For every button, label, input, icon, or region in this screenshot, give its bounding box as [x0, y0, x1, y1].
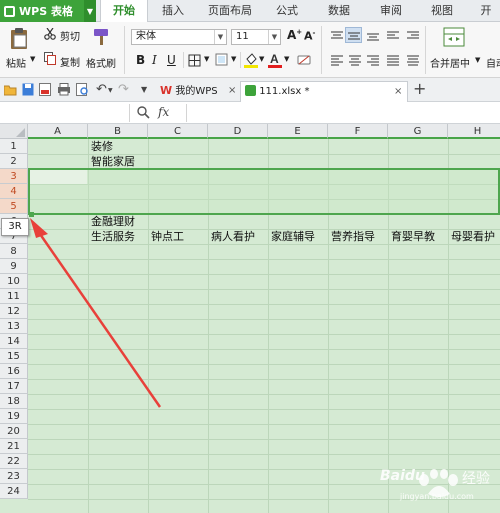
- underline-icon[interactable]: U: [167, 53, 176, 67]
- annotation-arrow-icon: [30, 218, 162, 408]
- save-icon[interactable]: [22, 83, 34, 96]
- chevron-down-icon[interactable]: ▼: [204, 55, 209, 63]
- name-box[interactable]: [0, 104, 130, 122]
- wps-home-icon: W: [160, 84, 173, 97]
- italic-icon[interactable]: I: [152, 53, 157, 67]
- separator: [240, 52, 241, 68]
- redo-icon[interactable]: ↷: [118, 82, 129, 97]
- tab-page-layout[interactable]: 页面布局: [198, 0, 262, 22]
- print-icon[interactable]: [57, 83, 71, 96]
- svg-text:A: A: [270, 52, 279, 66]
- separator: [321, 26, 322, 74]
- new-tab-button[interactable]: +: [413, 79, 426, 98]
- watermark-text: 经验: [462, 471, 490, 487]
- selection-size-tooltip: 3R: [1, 218, 29, 236]
- paste-icon[interactable]: [8, 26, 30, 50]
- font-color-icon[interactable]: A: [268, 51, 282, 68]
- formula-input[interactable]: [186, 104, 500, 122]
- orientation-icon[interactable]: [386, 30, 400, 42]
- open-folder-icon[interactable]: [4, 84, 17, 96]
- indent-icon[interactable]: [406, 30, 420, 42]
- separator: [124, 26, 125, 74]
- distributed-icon[interactable]: [406, 54, 420, 66]
- font-name-select[interactable]: 宋体 ▼: [131, 29, 227, 45]
- tab-home[interactable]: 开始: [100, 0, 148, 23]
- chevron-down-icon[interactable]: ▼: [108, 87, 113, 94]
- align-middle-icon: [348, 32, 360, 40]
- align-left-icon[interactable]: [330, 54, 344, 66]
- zoom-icon[interactable]: [137, 106, 150, 119]
- scissors-icon: [44, 28, 56, 40]
- spreadsheet-file-icon: [245, 85, 256, 96]
- align-bottom-icon[interactable]: [366, 30, 380, 42]
- doc-tab-label: 我的WPS: [175, 86, 218, 97]
- watermark: Baidu 经验 jingyan.baidu.com: [378, 458, 498, 508]
- separator: [183, 52, 184, 68]
- doc-tab-label: 111.xlsx *: [259, 86, 310, 97]
- font-name-value: 宋体: [136, 31, 156, 42]
- paste-dropdown-icon[interactable]: ▼: [30, 55, 35, 63]
- close-icon[interactable]: ×: [228, 81, 236, 100]
- copy-button[interactable]: 复制: [60, 54, 80, 69]
- merge-center-icon[interactable]: [443, 27, 465, 47]
- chevron-down-icon: ▼: [214, 30, 226, 44]
- merge-borders-icon[interactable]: [215, 53, 229, 68]
- increase-font-icon[interactable]: A+: [287, 28, 302, 42]
- watermark-brand: Baidu: [380, 468, 425, 484]
- borders-icon[interactable]: [188, 54, 202, 67]
- insert-function-icon[interactable]: fx: [158, 105, 169, 119]
- cut-button[interactable]: 剪切: [60, 28, 80, 43]
- app-name: WPS 表格: [19, 5, 73, 18]
- align-center-icon[interactable]: [348, 54, 362, 66]
- font-size-value: 11: [236, 31, 249, 42]
- chevron-down-icon[interactable]: ▼: [284, 55, 289, 63]
- paste-button[interactable]: 粘贴: [6, 55, 26, 70]
- bold-icon[interactable]: B: [136, 53, 145, 67]
- separator: [425, 26, 426, 74]
- app-menu-button[interactable]: WPS 表格 ▼: [0, 0, 96, 22]
- chevron-down-icon: ▼: [268, 30, 280, 44]
- justify-icon[interactable]: [386, 54, 400, 66]
- doc-tab-111-xlsx[interactable]: 111.xlsx * ×: [240, 81, 408, 102]
- quick-access-toolbar: ↶ ▼ ↷ ▼ W 我的WPS × 111.xlsx * × +: [0, 78, 500, 102]
- doc-tab-mywps[interactable]: W 我的WPS ×: [156, 81, 242, 102]
- fill-color-icon[interactable]: [244, 52, 258, 68]
- spreadsheet-grid[interactable]: A B C D E F G H 1 2 3 4 5 6 7 8 9 10 11 …: [0, 124, 500, 513]
- tab-formulas[interactable]: 公式: [264, 0, 310, 22]
- auto-wrap-button[interactable]: 自动: [486, 55, 500, 70]
- close-icon[interactable]: ×: [394, 82, 402, 101]
- chevron-down-icon: ▼: [84, 0, 96, 22]
- undo-icon[interactable]: ↶: [96, 82, 107, 97]
- menu-bar: WPS 表格 ▼ 开始 插入 页面布局 公式 数据 审阅 视图 开: [0, 0, 500, 23]
- chevron-down-icon[interactable]: ▼: [259, 55, 264, 63]
- align-top-icon[interactable]: [330, 30, 344, 42]
- watermark-url: jingyan.baidu.com: [400, 492, 474, 501]
- print-preview-icon[interactable]: [76, 83, 89, 96]
- customize-toolbar-icon[interactable]: ▼: [141, 85, 147, 94]
- format-painter-icon[interactable]: [92, 27, 112, 47]
- tab-view[interactable]: 视图: [420, 0, 464, 22]
- merge-center-button[interactable]: 合并居中: [430, 55, 470, 70]
- chevron-down-icon[interactable]: ▼: [475, 56, 480, 64]
- tab-insert[interactable]: 插入: [152, 0, 194, 22]
- ribbon-home: 粘贴 ▼ 剪切 复制 格式刷 宋体 ▼ 11 ▼ A+ A- B I U ▼ ▼…: [0, 22, 500, 78]
- chevron-down-icon[interactable]: ▼: [231, 55, 236, 63]
- copy-icon: [44, 52, 56, 65]
- format-painter-button[interactable]: 格式刷: [86, 55, 116, 70]
- tab-review[interactable]: 审阅: [368, 0, 414, 22]
- font-size-select[interactable]: 11 ▼: [231, 29, 281, 45]
- export-pdf-icon[interactable]: [39, 83, 51, 96]
- wps-logo-icon: [4, 5, 15, 17]
- align-right-icon[interactable]: [366, 54, 380, 66]
- clear-format-icon[interactable]: [297, 54, 311, 66]
- decrease-font-icon[interactable]: A-: [304, 29, 315, 43]
- formula-bar: fx: [0, 102, 500, 124]
- tab-data[interactable]: 数据: [316, 0, 362, 22]
- tab-developer[interactable]: 开: [472, 0, 500, 22]
